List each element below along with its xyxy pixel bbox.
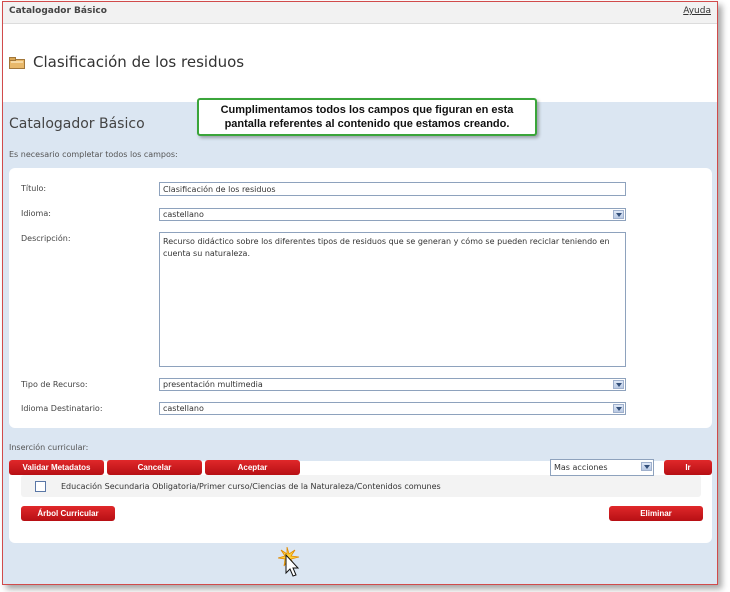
- main-panel: Catalogador Básico Es necesario completa…: [3, 102, 717, 584]
- cancelar-button[interactable]: Cancelar: [107, 460, 202, 475]
- descripcion-label: Descripción:: [21, 234, 71, 243]
- titulo-label: Título:: [21, 184, 47, 193]
- app-title: Catalogador Básico: [9, 6, 107, 16]
- idioma-label: Idioma:: [21, 209, 51, 218]
- arbol-curricular-button[interactable]: Árbol Curricular: [21, 506, 115, 521]
- curricular-label: Inserción curricular:: [9, 443, 89, 452]
- list-item: Educación Secundaria Obligatoria/Primer …: [21, 475, 701, 497]
- instruction-callout: Cumplimentamos todos los campos que figu…: [197, 98, 537, 136]
- eliminar-button[interactable]: Eliminar: [609, 506, 703, 521]
- metadata-form: Título: Clasificación de los residuos Id…: [9, 168, 712, 428]
- callout-line-2: pantalla referentes al contenido que est…: [224, 118, 510, 130]
- chevron-down-icon[interactable]: [641, 462, 652, 471]
- tipo-recurso-select[interactable]: presentación multimedia: [159, 378, 626, 391]
- validar-metadatos-button[interactable]: Validar Metadatos: [9, 460, 104, 475]
- descripcion-textarea[interactable]: Recurso didáctico sobre los diferentes t…: [159, 232, 626, 367]
- curricular-checkbox[interactable]: [35, 481, 46, 492]
- idioma-destinatario-select[interactable]: castellano: [159, 402, 626, 415]
- page-title: Clasificación de los residuos: [33, 53, 245, 71]
- idioma-select-value: castellano: [163, 210, 204, 219]
- idioma-destinatario-select-value: castellano: [163, 404, 204, 413]
- tipo-recurso-label: Tipo de Recurso:: [21, 380, 88, 389]
- idioma-destinatario-label: Idioma Destinatario:: [21, 404, 103, 413]
- aceptar-button[interactable]: Aceptar: [205, 460, 300, 475]
- titulo-input[interactable]: Clasificación de los residuos: [159, 182, 626, 196]
- click-cursor-icon: [278, 547, 300, 577]
- callout-line-1: Cumplimentamos todos los campos que figu…: [220, 104, 514, 116]
- chevron-down-icon[interactable]: [613, 404, 624, 413]
- ir-button[interactable]: Ir: [664, 460, 712, 475]
- top-bar: Catalogador Básico Ayuda: [3, 2, 717, 24]
- tipo-recurso-select-value: presentación multimedia: [163, 380, 263, 389]
- curricular-item-text: Educación Secundaria Obligatoria/Primer …: [61, 482, 441, 491]
- help-link[interactable]: Ayuda: [683, 6, 711, 16]
- chevron-down-icon[interactable]: [613, 380, 624, 389]
- more-actions-value: Mas acciones: [554, 463, 608, 472]
- section-title: Catalogador Básico: [9, 116, 145, 132]
- folder-icon: [9, 57, 25, 69]
- chevron-down-icon[interactable]: [613, 210, 624, 219]
- required-note: Es necesario completar todos los campos:: [9, 150, 178, 159]
- more-actions-select[interactable]: Mas acciones: [550, 459, 654, 476]
- idioma-select[interactable]: castellano: [159, 208, 626, 221]
- app-window: Catalogador Básico Ayuda Clasificación d…: [2, 1, 718, 585]
